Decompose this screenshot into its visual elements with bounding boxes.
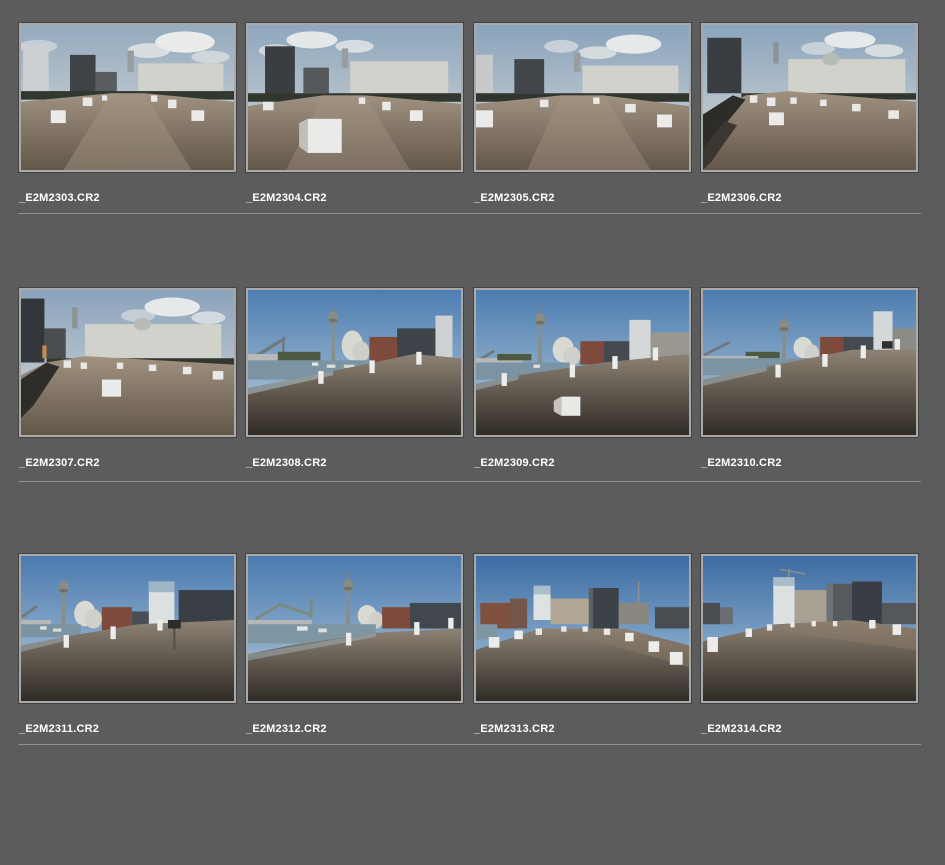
thumbnail-row: _E2M2303.CR2 _E2M2304.CR2 _E2M2305.CR2 _… [0,23,945,223]
file-thumbnail[interactable]: _E2M2305.CR2 [474,23,691,172]
file-thumbnail[interactable]: _E2M2307.CR2 [19,288,236,437]
row-separator [18,744,921,745]
thumbnail-image[interactable] [701,554,918,703]
file-thumbnail[interactable]: _E2M2308.CR2 [246,288,463,437]
filename-label[interactable]: _E2M2306.CR2 [701,192,782,204]
file-thumbnail[interactable]: _E2M2311.CR2 [19,554,236,703]
row-separator [18,213,921,214]
file-thumbnail[interactable]: _E2M2312.CR2 [246,554,463,703]
thumbnail-image[interactable] [474,554,691,703]
filename-label[interactable]: _E2M2310.CR2 [701,457,782,469]
file-thumbnail[interactable]: _E2M2309.CR2 [474,288,691,437]
thumbnail-image[interactable] [701,288,918,437]
file-thumbnail[interactable]: _E2M2303.CR2 [19,23,236,172]
thumbnail-image[interactable] [19,23,236,172]
filename-label[interactable]: _E2M2314.CR2 [701,723,782,735]
thumbnail-image[interactable] [19,554,236,703]
file-thumbnail[interactable]: _E2M2314.CR2 [701,554,918,703]
thumbnail-row: _E2M2311.CR2 _E2M2312.CR2 _E2M2313.CR2 _… [0,554,945,754]
filename-label[interactable]: _E2M2309.CR2 [474,457,555,469]
thumbnail-row: _E2M2307.CR2 _E2M2308.CR2 _E2M2309.CR2 _… [0,288,945,488]
file-thumbnail[interactable]: _E2M2310.CR2 [701,288,918,437]
filename-label[interactable]: _E2M2308.CR2 [246,457,327,469]
row-separator [18,481,921,482]
filename-label[interactable]: _E2M2304.CR2 [246,192,327,204]
content-panel: _E2M2303.CR2 _E2M2304.CR2 _E2M2305.CR2 _… [0,0,945,865]
filename-label[interactable]: _E2M2313.CR2 [474,723,555,735]
thumbnail-image[interactable] [474,23,691,172]
file-thumbnail[interactable]: _E2M2304.CR2 [246,23,463,172]
thumbnail-image[interactable] [246,23,463,172]
filename-label[interactable]: _E2M2305.CR2 [474,192,555,204]
filename-label[interactable]: _E2M2307.CR2 [19,457,100,469]
file-thumbnail[interactable]: _E2M2306.CR2 [701,23,918,172]
file-thumbnail[interactable]: _E2M2313.CR2 [474,554,691,703]
thumbnail-image[interactable] [246,288,463,437]
thumbnail-image[interactable] [701,23,918,172]
thumbnail-image[interactable] [19,288,236,437]
filename-label[interactable]: _E2M2312.CR2 [246,723,327,735]
filename-label[interactable]: _E2M2303.CR2 [19,192,100,204]
thumbnail-image[interactable] [474,288,691,437]
thumbnail-image[interactable] [246,554,463,703]
filename-label[interactable]: _E2M2311.CR2 [19,723,99,735]
